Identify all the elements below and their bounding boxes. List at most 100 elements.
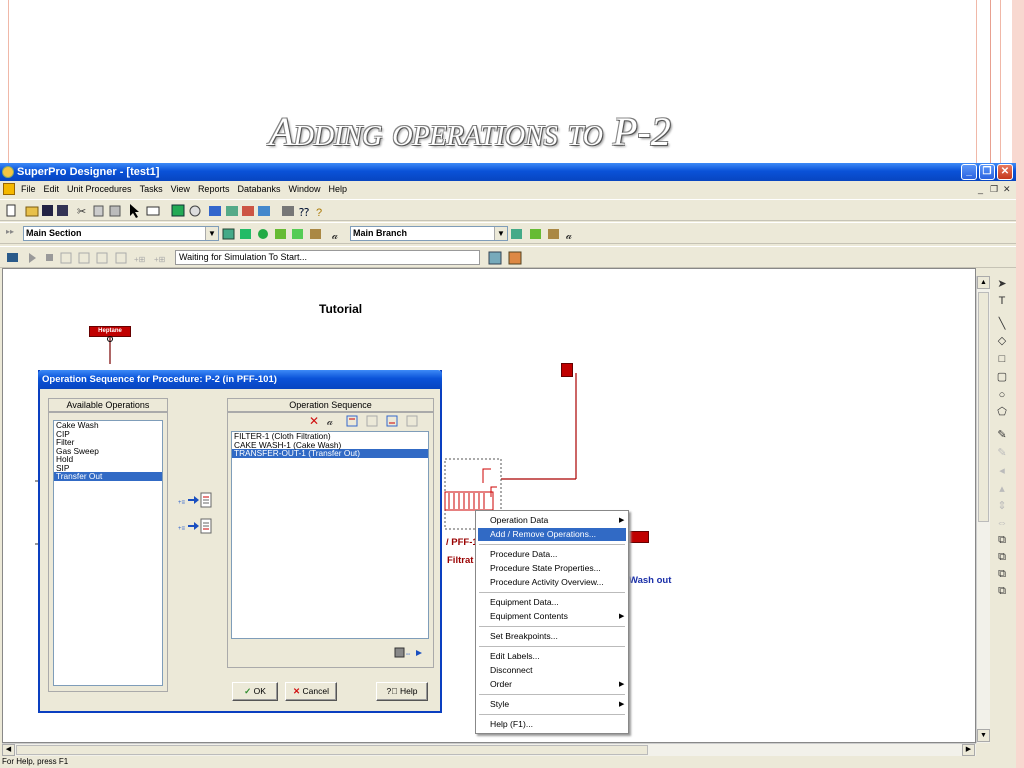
ellipse-tool-icon[interactable]: ○ <box>995 388 1009 402</box>
polyline-tool-icon[interactable]: ◇ <box>995 334 1009 348</box>
pen-tool-icon[interactable]: ✎ <box>995 446 1009 460</box>
arrow-leftright-icon[interactable]: ⇔ <box>995 516 1009 530</box>
stream-tag-red-marker[interactable] <box>627 531 649 543</box>
menu-help[interactable]: Help <box>325 181 352 198</box>
list-item[interactable]: Cake Wash <box>54 421 162 430</box>
rectangle-tool-icon[interactable]: □ <box>995 352 1009 366</box>
help-button[interactable]: ?⃝ Help <box>376 682 428 701</box>
menu-reports[interactable]: Reports <box>194 181 234 198</box>
menu-tasks[interactable]: Tasks <box>136 181 167 198</box>
submenu-arrow-icon: ▶ <box>619 701 625 708</box>
ungroup-icon[interactable]: ⧉ <box>995 584 1009 598</box>
send-back-icon[interactable]: ⧉ <box>995 550 1009 564</box>
menu-unit-procedures[interactable]: Unit Procedures <box>63 181 136 198</box>
simulation-extra-icons[interactable] <box>485 248 535 268</box>
move-up-icon[interactable] <box>346 415 358 427</box>
menu-item-equipment-data[interactable]: Equipment Data... <box>490 596 559 609</box>
scroll-left-icon[interactable]: ◀ <box>2 744 15 756</box>
menu-item-help[interactable]: Help (F1)... <box>490 718 533 731</box>
svg-text:✂: ✂ <box>77 206 86 218</box>
menu-item-equipment-contents[interactable]: Equipment Contents <box>490 610 568 623</box>
menu-separator <box>479 544 625 545</box>
mdi-minimize-icon[interactable]: _ <box>978 181 983 198</box>
menu-item-disconnect[interactable]: Disconnect <box>490 664 533 677</box>
branch-combo-value: Main Branch <box>353 228 408 238</box>
chevron-down-icon[interactable]: ▼ <box>494 227 507 240</box>
horizontal-scroll-thumb[interactable] <box>16 745 648 755</box>
branch-combo[interactable]: Main Branch ▼ <box>350 226 508 241</box>
cancel-button[interactable]: ✕ Cancel <box>285 682 337 701</box>
edit-operation-icon[interactable]: 𝒶 <box>327 416 333 428</box>
menu-item-set-breakpoints[interactable]: Set Breakpoints... <box>490 630 558 643</box>
menu-item-style[interactable]: Style <box>490 698 509 711</box>
standard-toolbar-icons[interactable]: ✂ ⁇ ? <box>4 201 384 221</box>
simulation-toolbar: +⊞ +⊞ Waiting for Simulation To Start... <box>0 246 1016 268</box>
menu-item-operation-data[interactable]: Operation Data <box>490 514 548 527</box>
cancel-x-icon: ✕ <box>293 686 301 696</box>
menu-separator <box>479 714 625 715</box>
ok-button[interactable]: ✓ OK <box>232 682 278 701</box>
arrow-left-icon[interactable]: ◂ <box>995 464 1009 478</box>
available-operations-list[interactable]: Cake Wash CIP Filter Gas Sweep Hold SIP … <box>53 420 163 686</box>
add-operation-icon[interactable]: +≡ <box>178 492 212 508</box>
scroll-right-icon[interactable]: ▶ <box>962 744 975 756</box>
group-icon[interactable]: ⧉ <box>995 567 1009 581</box>
chevron-down-icon[interactable]: ▼ <box>205 227 218 240</box>
rounded-rect-tool-icon[interactable]: ▢ <box>995 370 1009 384</box>
menu-item-order[interactable]: Order <box>490 678 512 691</box>
restore-button[interactable]: ❐ <box>979 164 995 180</box>
pointer-tool-icon[interactable]: ➤ <box>995 277 1009 291</box>
arrow-up-icon[interactable]: ▴ <box>995 482 1009 496</box>
list-item[interactable]: Hold <box>54 455 162 464</box>
text-tool-icon[interactable]: T <box>995 294 1009 308</box>
wash-out-label: Wash out <box>629 575 672 586</box>
move-top-icon[interactable] <box>386 415 398 427</box>
menu-file[interactable]: File <box>17 181 40 198</box>
menu-item-procedure-activity-overview[interactable]: Procedure Activity Overview... <box>490 576 604 589</box>
scroll-down-icon[interactable]: ▼ <box>977 729 990 742</box>
move-down-icon[interactable] <box>366 415 378 427</box>
bring-front-icon[interactable]: ⧉ <box>995 533 1009 547</box>
transfer-buttons: +≡ +≡ <box>178 492 212 534</box>
line-tool-icon[interactable]: ╲ <box>995 317 1009 331</box>
polygon-tool-icon[interactable]: ⬠ <box>995 405 1009 419</box>
color-picker-icon[interactable]: ✎ <box>995 428 1009 442</box>
mdi-close-icon[interactable]: ✕ <box>1003 181 1011 198</box>
menu-edit[interactable]: Edit <box>40 181 64 198</box>
menu-item-add-remove-operations[interactable]: Add / Remove Operations... <box>478 528 626 541</box>
menu-databanks[interactable]: Databanks <box>233 181 284 198</box>
vertical-scroll-thumb[interactable] <box>978 292 989 522</box>
menu-item-procedure-state-properties[interactable]: Procedure State Properties... <box>490 562 601 575</box>
svg-text:?: ? <box>316 207 322 219</box>
menu-item-edit-labels[interactable]: Edit Labels... <box>490 650 540 663</box>
operation-sequence-list[interactable]: FILTER-1 (Cloth Filtration) CAKE WASH-1 … <box>231 431 429 639</box>
branch-toolbar-icons[interactable]: 𝒶 <box>510 224 590 244</box>
vertical-scrollbar[interactable]: ▲ ▼ <box>976 276 990 743</box>
menu-view[interactable]: View <box>167 181 194 198</box>
arrow-updown-icon[interactable]: ⇕ <box>995 499 1009 513</box>
section-combo-value: Main Section <box>26 228 82 238</box>
simulation-status-field: Waiting for Simulation To Start... <box>175 250 480 265</box>
horizontal-scrollbar[interactable]: ◀ ▶ <box>2 743 976 756</box>
insert-operation-icon[interactable]: +≡ <box>178 518 212 534</box>
list-item-selected[interactable]: Transfer Out <box>54 472 162 481</box>
move-bottom-icon[interactable] <box>406 415 418 427</box>
simulation-toolbar-icons[interactable]: +⊞ +⊞ <box>4 248 179 268</box>
close-button[interactable]: ✕ <box>997 164 1013 180</box>
menu-window[interactable]: Window <box>284 181 324 198</box>
list-item-selected[interactable]: TRANSFER-OUT-1 (Transfer Out) <box>232 449 428 458</box>
menu-separator <box>479 646 625 647</box>
procedure-label: / PFF-1 <box>446 537 478 548</box>
menu-item-procedure-data[interactable]: Procedure Data... <box>490 548 557 561</box>
delete-operation-icon[interactable]: ✕ <box>309 414 319 428</box>
section-combo[interactable]: Main Section ▼ <box>23 226 219 241</box>
minimize-button[interactable]: _ <box>961 164 977 180</box>
scroll-up-icon[interactable]: ▲ <box>977 276 990 289</box>
app-title: SuperPro Designer - [test1] <box>17 166 160 178</box>
export-sequence-icon[interactable]: ▫▫ <box>394 646 428 660</box>
help-button-label: Help <box>400 686 418 696</box>
mdi-restore-icon[interactable]: ❐ <box>990 181 998 198</box>
stream-tag-red-marker[interactable] <box>561 363 573 377</box>
document-menu-icon[interactable] <box>3 183 15 195</box>
section-toolbar-icons[interactable]: 𝒶 <box>222 224 352 244</box>
